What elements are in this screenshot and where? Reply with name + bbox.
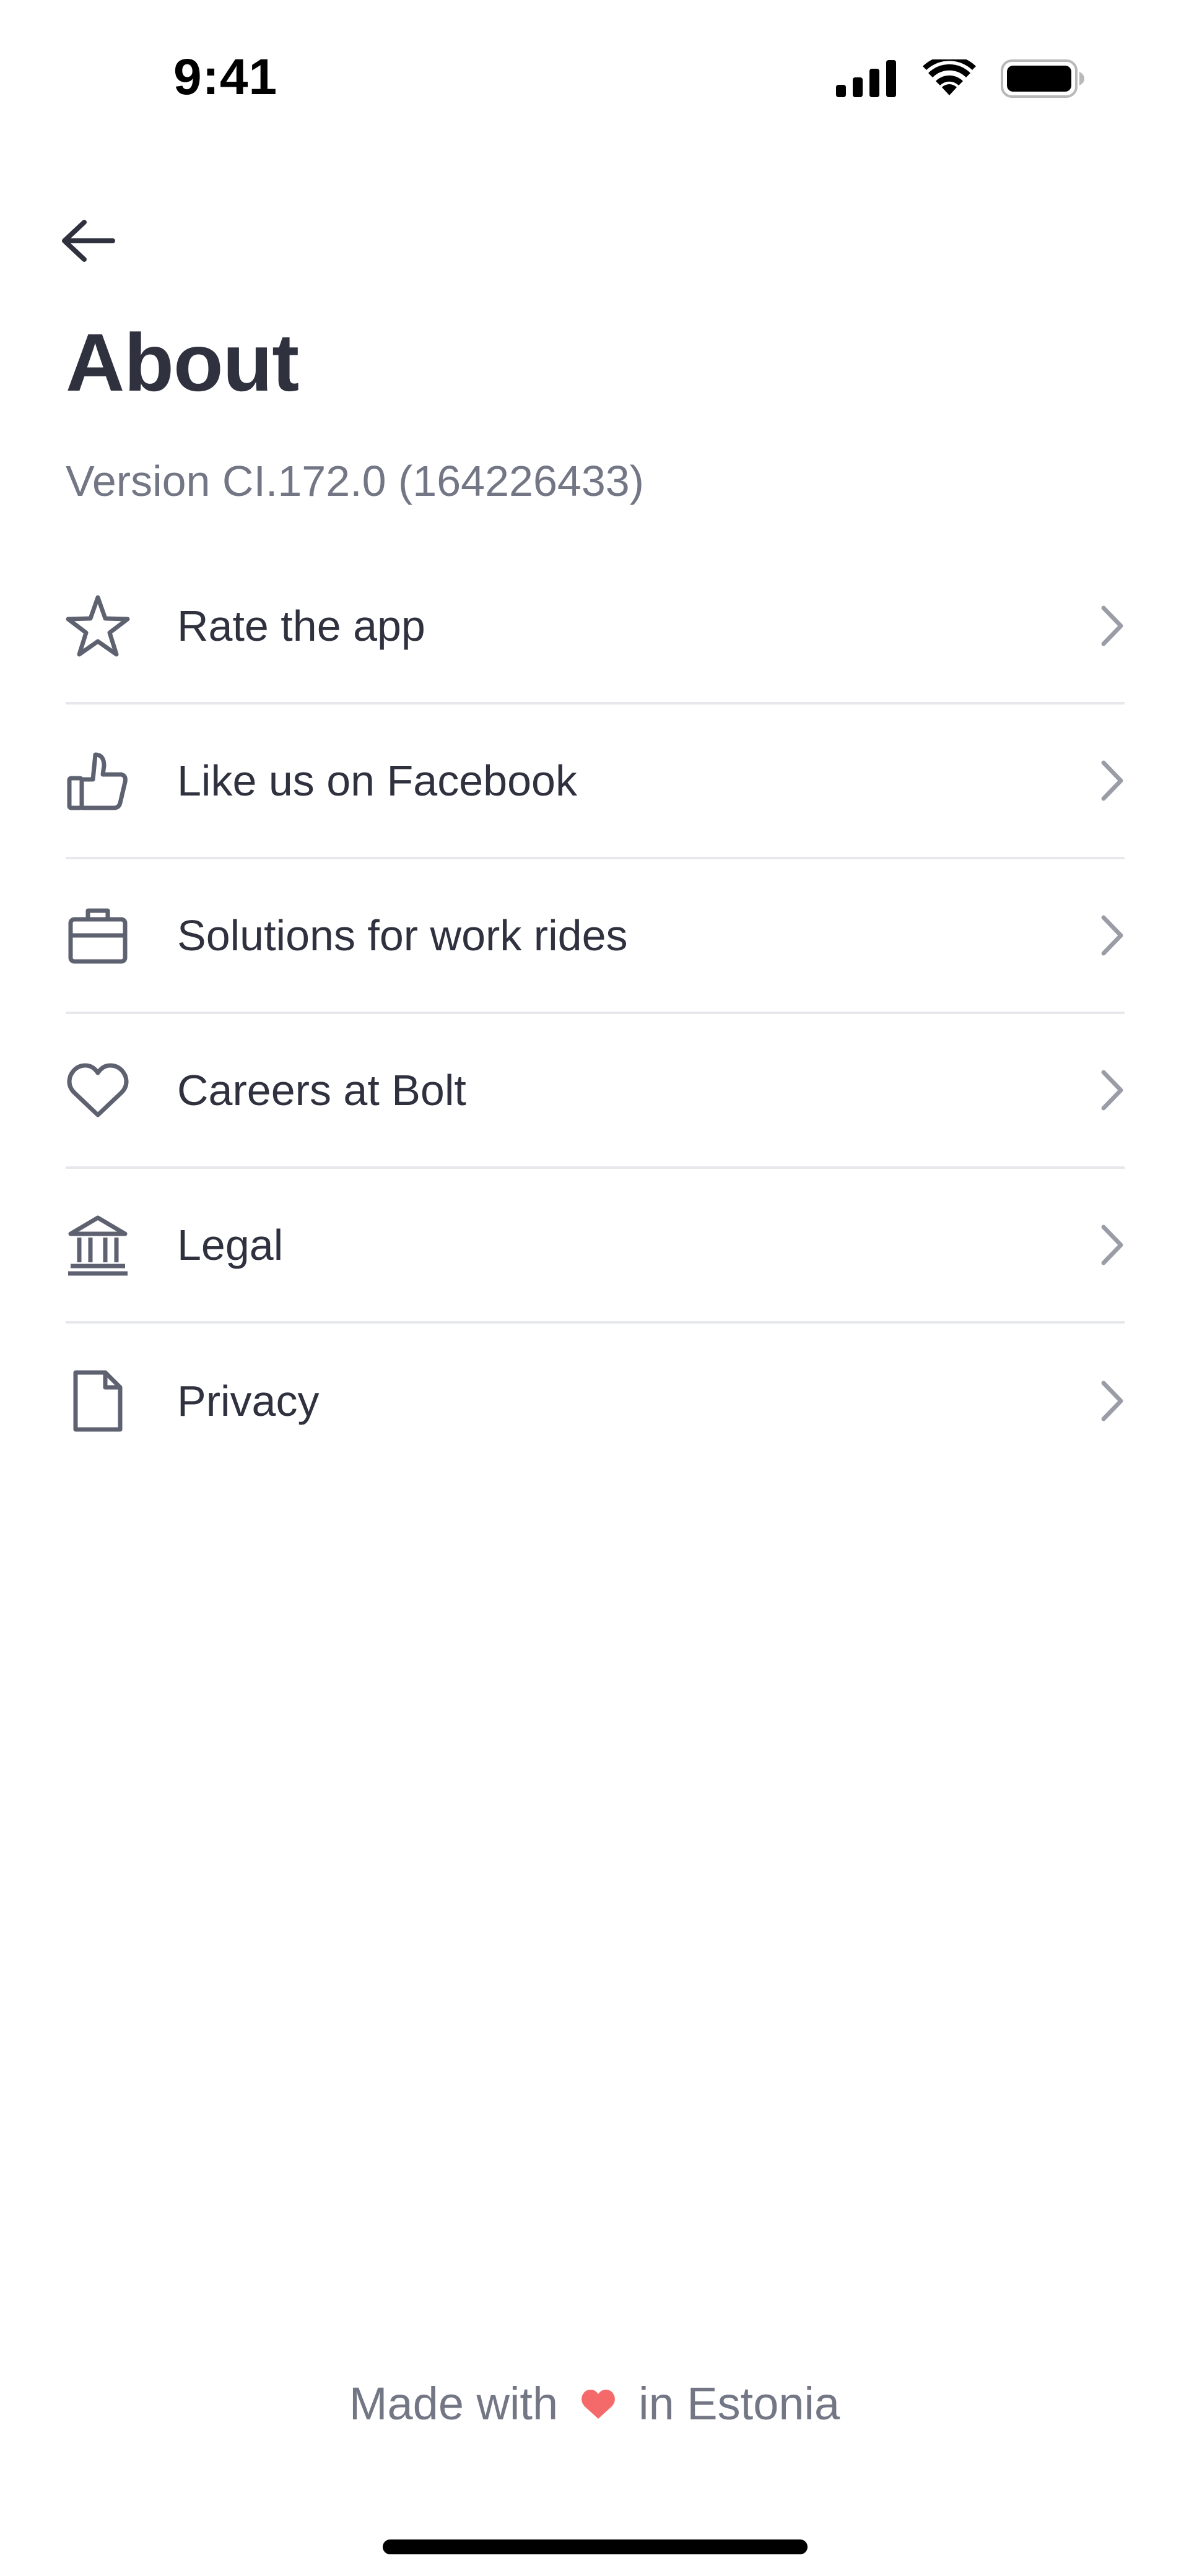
battery-icon bbox=[1001, 59, 1085, 98]
star-icon bbox=[66, 592, 134, 660]
home-indicator bbox=[383, 2539, 808, 2554]
chevron-right-icon bbox=[1087, 598, 1125, 654]
back-button[interactable] bbox=[59, 208, 140, 276]
page-title: About bbox=[66, 317, 299, 408]
wifi-icon bbox=[923, 59, 976, 98]
thumbs-up-icon bbox=[66, 747, 134, 815]
chevron-right-icon bbox=[1087, 753, 1125, 809]
menu-item-rate-the-app[interactable]: Rate the app bbox=[66, 550, 1125, 705]
heart-filled-icon bbox=[580, 2388, 616, 2420]
footer-text-before: Made with bbox=[349, 2378, 559, 2429]
heart-icon bbox=[66, 1056, 134, 1124]
menu-item-solutions-for-work-rides[interactable]: Solutions for work rides bbox=[66, 859, 1125, 1014]
chevron-right-icon bbox=[1087, 1373, 1125, 1429]
menu-list: Rate the app Like us on Facebook Solutio… bbox=[66, 550, 1125, 1478]
menu-item-label: Rate the app bbox=[177, 602, 425, 650]
footer-text-after: in Estonia bbox=[638, 2378, 840, 2429]
version-text: Version CI.172.0 (164226433) bbox=[66, 457, 644, 505]
menu-item-legal[interactable]: Legal bbox=[66, 1169, 1125, 1324]
menu-item-label: Careers at Bolt bbox=[177, 1066, 466, 1114]
status-icons bbox=[836, 59, 1085, 98]
chevron-right-icon bbox=[1087, 908, 1125, 963]
chevron-right-icon bbox=[1087, 1217, 1125, 1273]
document-icon bbox=[66, 1367, 134, 1435]
cellular-signal-icon bbox=[836, 60, 898, 97]
status-time: 9:41 bbox=[173, 49, 278, 105]
briefcase-icon bbox=[66, 901, 134, 969]
menu-item-privacy[interactable]: Privacy bbox=[66, 1324, 1125, 1478]
chevron-right-icon bbox=[1087, 1062, 1125, 1118]
menu-item-like-us-on-facebook[interactable]: Like us on Facebook bbox=[66, 705, 1125, 859]
menu-item-label: Like us on Facebook bbox=[177, 757, 577, 805]
menu-item-label: Privacy bbox=[177, 1377, 320, 1425]
menu-item-label: Solutions for work rides bbox=[177, 911, 628, 960]
footer: Made with in Estonia bbox=[0, 2377, 1189, 2430]
menu-item-careers-at-bolt[interactable]: Careers at Bolt bbox=[66, 1014, 1125, 1169]
menu-item-label: Legal bbox=[177, 1221, 284, 1269]
arrow-left-icon bbox=[59, 219, 116, 266]
status-bar: 9:41 bbox=[0, 0, 1189, 161]
bank-icon bbox=[66, 1211, 134, 1279]
